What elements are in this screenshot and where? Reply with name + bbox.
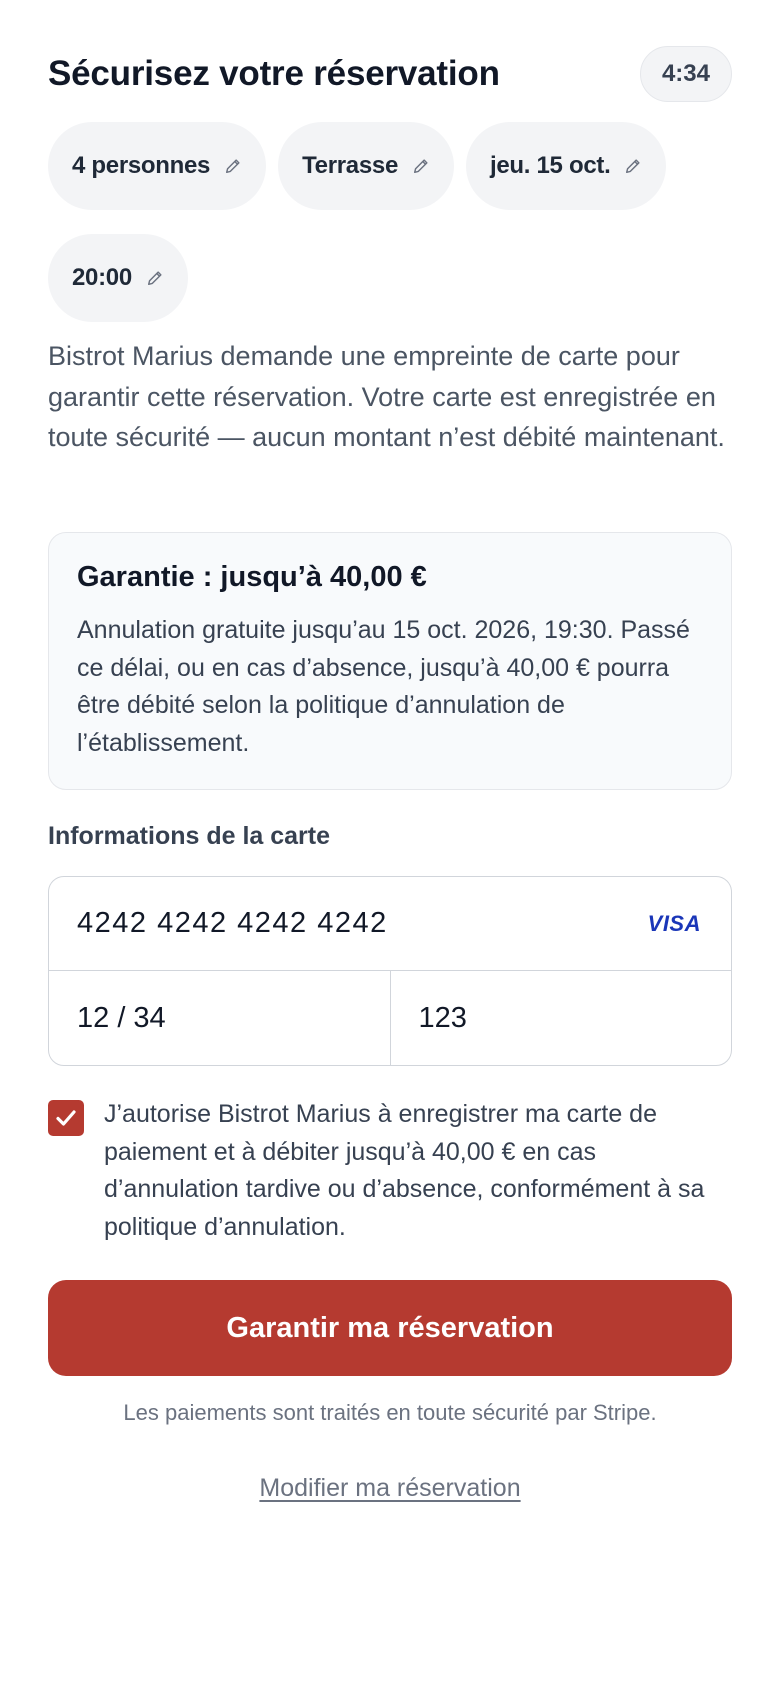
modify-reservation-link[interactable]: Modifier ma réservation	[0, 1474, 780, 1503]
chip-area[interactable]: Terrasse	[278, 122, 454, 210]
consent-checkbox[interactable]	[48, 1100, 84, 1136]
chip-label: 20:00	[72, 264, 132, 291]
pencil-icon	[626, 159, 641, 174]
pencil-icon	[413, 159, 428, 174]
chip-party-size[interactable]: 4 personnes	[48, 122, 267, 210]
card-section-label: Informations de la carte	[48, 822, 331, 850]
countdown-timer: 4:34	[639, 46, 732, 102]
card-form: 4242 4242 4242 4242 VISA 12 / 34 123	[48, 876, 732, 1066]
expiry-field[interactable]: 12 / 34	[49, 971, 391, 1065]
chip-label: Terrasse	[302, 152, 398, 179]
stripe-note: Les paiements sont traités en toute sécu…	[123, 1400, 657, 1425]
header: Sécurisez votre réservation 4:34	[48, 44, 732, 104]
consent-text: J’autorise Bistrot Marius à enregistrer …	[104, 1100, 705, 1241]
guarantee-body: Annulation gratuite jusqu’au 15 oct. 202…	[77, 616, 690, 757]
guarantee-reservation-button[interactable]: Garantir ma réservation	[48, 1280, 732, 1376]
card-secondary-row: 12 / 34 123	[49, 971, 731, 1065]
reservation-payment-page: Sécurisez votre réservation 4:34 4 perso…	[0, 0, 780, 1688]
chip-label: 4 personnes	[72, 152, 211, 179]
guarantee-box: Garantie : jusqu’à 40,00 € Annulation gr…	[48, 532, 732, 790]
consent-row: J’autorise Bistrot Marius à enregistrer …	[48, 1096, 732, 1246]
reservation-summary-chips: 4 personnes Terrasse jeu. 15 oct. 20:00	[48, 122, 732, 322]
chip-date[interactable]: jeu. 15 oct.	[466, 122, 667, 210]
chip-label: jeu. 15 oct.	[490, 152, 611, 179]
visa-logo-icon: VISA	[647, 910, 701, 936]
pencil-icon	[226, 159, 240, 174]
description-text: Bistrot Marius demande une empreinte de …	[48, 341, 725, 452]
checkmark-icon	[56, 1110, 76, 1126]
card-number-field[interactable]: 4242 4242 4242 4242 VISA	[49, 877, 731, 971]
page-title: Sécurisez votre réservation	[48, 54, 500, 93]
guarantee-title: Garantie : jusqu’à 40,00 €	[77, 561, 427, 593]
pencil-icon	[147, 271, 162, 286]
cvc-field[interactable]: 123	[391, 971, 732, 1065]
card-number-value: 4242 4242 4242 4242	[77, 907, 388, 939]
chip-time[interactable]: 20:00	[48, 234, 188, 322]
